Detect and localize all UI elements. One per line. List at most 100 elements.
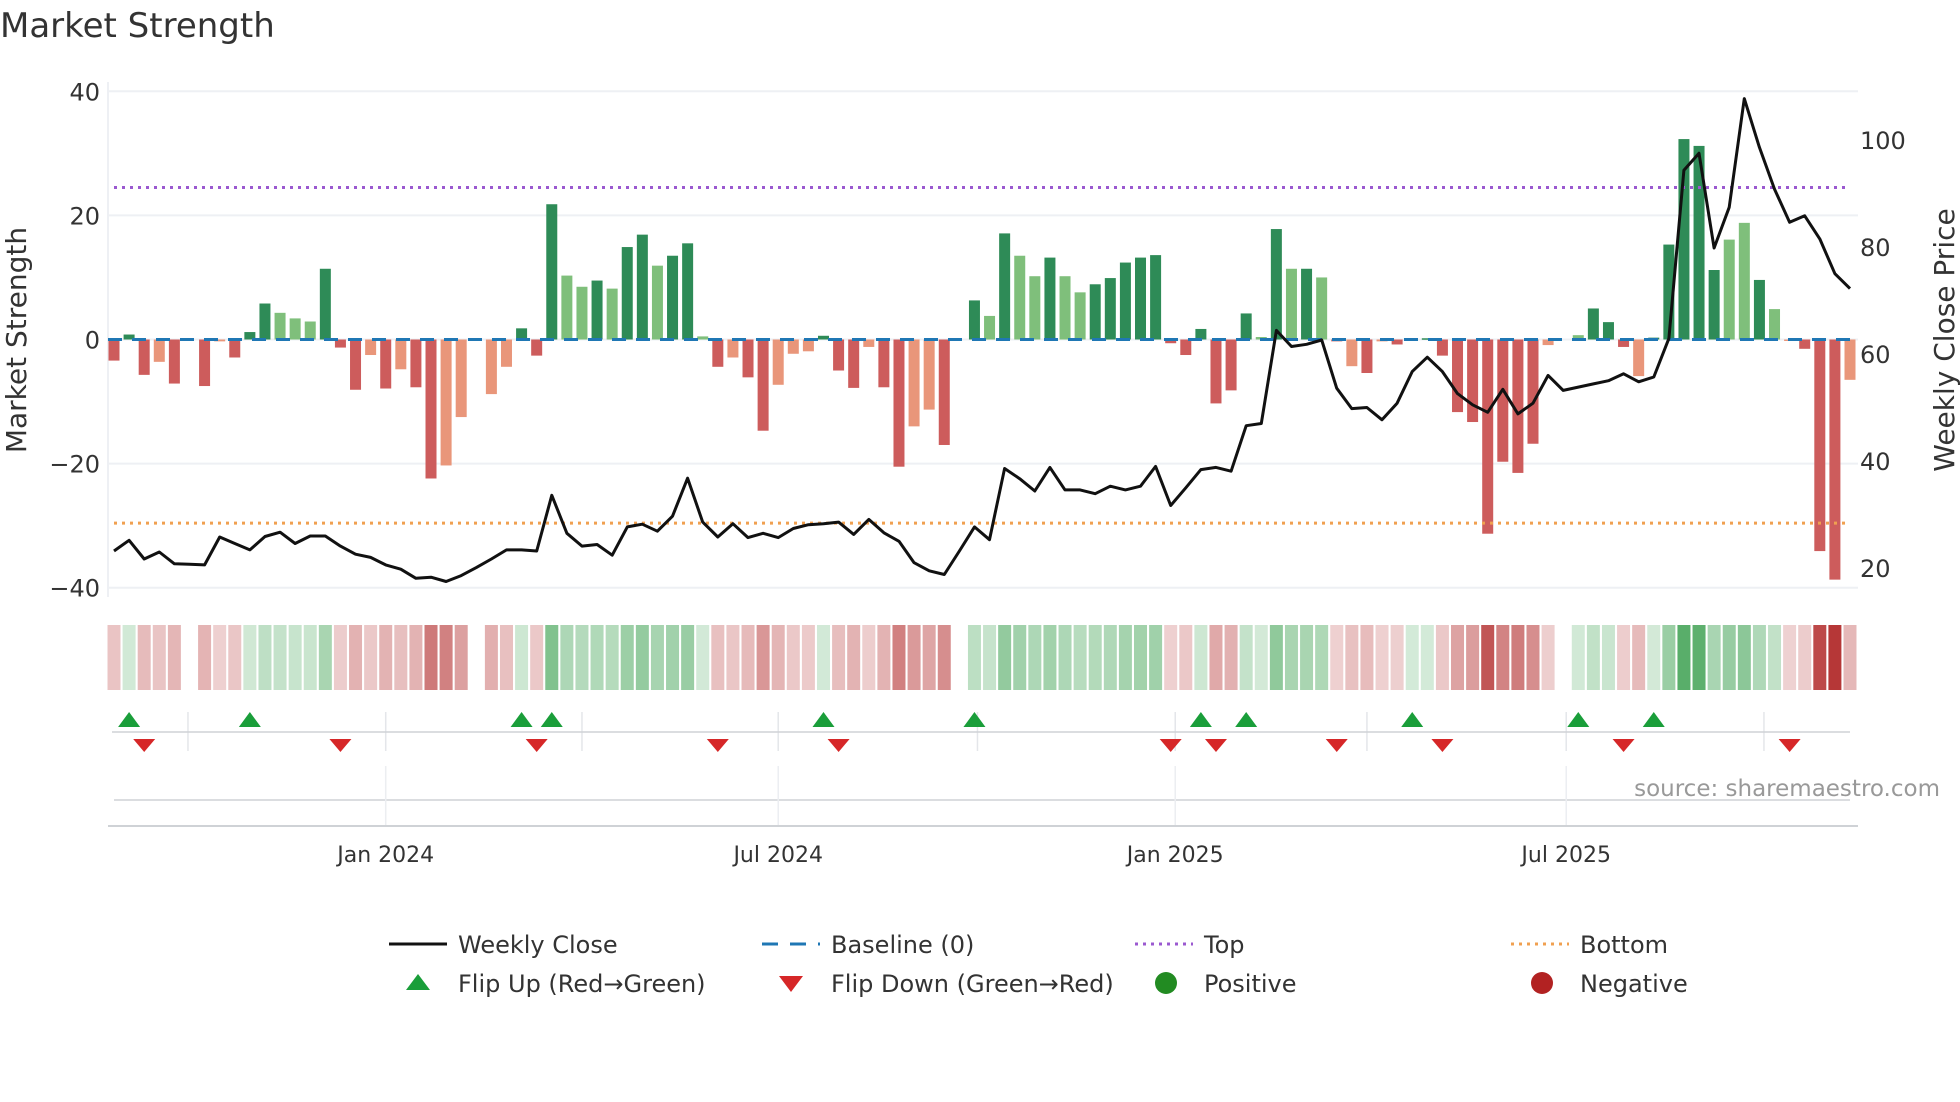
heat-cell-negative xyxy=(892,625,906,690)
heat-cell-positive xyxy=(575,625,589,690)
negative-bar xyxy=(908,339,920,427)
heat-cell-negative xyxy=(394,625,408,690)
heat-cell-negative xyxy=(499,625,513,690)
heat-cell-negative xyxy=(349,625,363,690)
heat-cell-positive xyxy=(273,625,287,690)
negative-bar xyxy=(108,339,120,361)
flip-down-marker xyxy=(706,739,729,752)
heat-cell-positive xyxy=(515,625,529,690)
heat-cell-positive xyxy=(122,625,136,690)
positive-bar xyxy=(1301,268,1313,340)
x-tick-label: Jul 2025 xyxy=(1519,843,1611,868)
heat-cell-negative xyxy=(922,625,936,690)
heat-cell-positive xyxy=(1315,625,1329,690)
heat-cell-positive xyxy=(998,625,1012,690)
negative-bar xyxy=(440,339,452,466)
heat-cell-negative xyxy=(1360,625,1374,690)
positive-bar xyxy=(319,268,331,340)
heat-cell-negative xyxy=(454,625,468,690)
heat-cell-positive xyxy=(1601,625,1615,690)
heat-cell-positive xyxy=(1073,625,1087,690)
heat-cell-positive xyxy=(650,625,664,690)
heat-cell-positive xyxy=(1722,625,1736,690)
y2-tick-label: 100 xyxy=(1860,127,1906,155)
negative-bar xyxy=(425,339,437,479)
heat-cell-negative xyxy=(1813,625,1827,690)
flip-up-marker xyxy=(238,712,261,727)
positive-bar xyxy=(304,321,316,340)
legend-label: Weekly Close xyxy=(458,931,618,959)
heat-cell-negative xyxy=(741,625,755,690)
negative-bar xyxy=(229,339,241,358)
heat-cell-positive xyxy=(1420,625,1434,690)
flip-up-marker xyxy=(118,712,141,727)
heat-cell-negative xyxy=(832,625,846,690)
heat-cell-negative xyxy=(1345,625,1359,690)
heat-cell-negative xyxy=(167,625,181,690)
heat-cell-negative xyxy=(1375,625,1389,690)
positive-bar xyxy=(1708,270,1720,340)
negative-bar xyxy=(727,339,739,358)
heat-cell-negative xyxy=(409,625,423,690)
positive-bar xyxy=(984,315,996,340)
heat-cell-negative xyxy=(907,625,921,690)
positive-bar xyxy=(621,247,633,340)
negative-bar xyxy=(1497,339,1509,462)
positive-bar xyxy=(1769,309,1781,340)
heat-cell-positive xyxy=(1300,625,1314,690)
positive-bar xyxy=(636,234,648,340)
heat-cell-negative xyxy=(1435,625,1449,690)
source-label: source: sharemaestro.com xyxy=(1634,776,1940,802)
heat-cell-negative xyxy=(1451,625,1465,690)
flip-up-marker xyxy=(812,712,835,727)
heat-cell-negative xyxy=(530,625,544,690)
heat-cell-negative xyxy=(711,625,725,690)
positive-bar xyxy=(259,303,271,340)
heat-cell-negative xyxy=(213,625,227,690)
heat-cell-positive xyxy=(681,625,695,690)
heat-cell-positive xyxy=(258,625,272,690)
negative-bar xyxy=(168,339,180,384)
negative-bar xyxy=(1346,339,1358,367)
heat-cell-positive xyxy=(1586,625,1600,690)
heat-cell-positive xyxy=(967,625,981,690)
heat-cell-positive xyxy=(545,625,559,690)
heat-cell-positive xyxy=(620,625,634,690)
heat-cell-negative xyxy=(439,625,453,690)
heat-cell-positive xyxy=(1058,625,1072,690)
heat-cell-positive xyxy=(1737,625,1751,690)
positive-bar xyxy=(1089,284,1101,340)
legend-label: Bottom xyxy=(1580,931,1668,959)
positive-bar xyxy=(1316,277,1328,340)
y2-tick-label: 60 xyxy=(1860,341,1891,369)
heat-cell-positive xyxy=(303,625,317,690)
negative-bar xyxy=(712,339,724,367)
x-tick-label: Jan 2025 xyxy=(1125,843,1224,868)
negative-bar xyxy=(153,339,165,362)
negative-bar xyxy=(1829,339,1841,580)
legend-label: Baseline (0) xyxy=(831,931,974,959)
heat-cell-negative xyxy=(1511,625,1525,690)
flip-down-marker xyxy=(1204,739,1227,752)
heat-cell-negative xyxy=(801,625,815,690)
positive-bar xyxy=(274,312,286,340)
positive-bar xyxy=(561,275,573,340)
heat-cell-positive xyxy=(1028,625,1042,690)
positive-bar xyxy=(667,255,679,340)
positive-bar xyxy=(516,328,528,340)
flip-up-marker xyxy=(963,712,986,727)
negative-bar xyxy=(500,339,512,367)
heat-cell-negative xyxy=(1541,625,1555,690)
heat-cell-positive xyxy=(318,625,332,690)
positive-bar xyxy=(576,286,588,340)
flip-up-marker xyxy=(540,712,563,727)
negative-bar xyxy=(410,339,422,388)
positive-bar xyxy=(1044,257,1056,340)
flip-down-marker xyxy=(133,739,156,752)
heat-cell-positive xyxy=(1677,625,1691,690)
negative-bar xyxy=(365,339,377,356)
flip-down-marker xyxy=(1778,739,1801,752)
heat-cell-positive xyxy=(1269,625,1283,690)
heat-cell-negative xyxy=(1330,625,1344,690)
negative-bar xyxy=(380,339,392,389)
